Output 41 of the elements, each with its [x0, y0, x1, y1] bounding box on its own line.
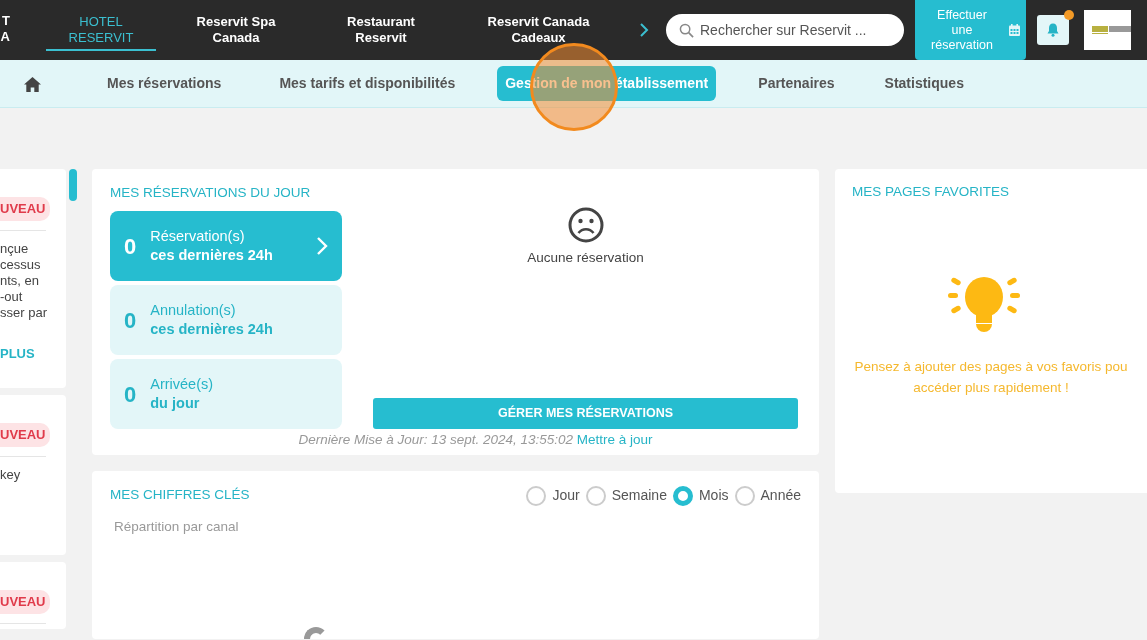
nav-menu-item[interactable]: Statistiques: [876, 66, 972, 101]
nav-tab[interactable]: Restaurant Reservit: [326, 9, 436, 51]
radio-button[interactable]: [734, 485, 755, 506]
radio-label: Année: [760, 486, 801, 505]
scrollbar-thumb[interactable]: [69, 169, 77, 201]
home-icon: [24, 76, 41, 92]
card-title: MES PAGES FAVORITES: [852, 183, 1011, 201]
nav-menu-item[interactable]: Partenaires: [750, 66, 843, 101]
new-badge: UVEAU: [0, 423, 50, 447]
news-text: key: [0, 466, 22, 483]
card-title: MES CHIFFRES CLÉS: [110, 486, 250, 505]
radio-button[interactable]: [672, 485, 693, 506]
favorites-hint: Pensez à ajouter des pages à vos favoris pou accéder plus rapidement !: [853, 358, 1129, 397]
empty-message: Aucune réservation: [527, 249, 644, 268]
radio-button[interactable]: [526, 485, 547, 506]
notification-button[interactable]: [1037, 15, 1069, 45]
new-badge: UVEAU: [0, 590, 50, 614]
chart-subtitle: Répartition par canal: [113, 518, 240, 536]
card-title: MES RÉSERVATIONS DU JOUR: [110, 184, 312, 202]
nav-tab[interactable]: Reservit Spa Canada: [176, 9, 296, 51]
radio-label: Mois: [698, 486, 729, 505]
nav-menu-item[interactable]: Mes tarifs et disponibilités: [271, 66, 464, 101]
sad-face-icon: [567, 207, 604, 244]
logo-icon: [1084, 10, 1131, 50]
nav-tab[interactable]: Reservit Canada Cadeaux: [471, 9, 606, 51]
news-text: nçue cessus nts, en -out sser par: [0, 240, 48, 321]
search-icon: [679, 23, 694, 38]
nav-tab[interactable]: HOTEL RESERVIT: [46, 9, 156, 51]
calendar-icon: [1009, 24, 1020, 36]
lightbulb-icon: [948, 275, 1020, 334]
radio-label: Semaine: [611, 486, 667, 505]
last-update-text: Dernière Mise à Jour: 13 sept. 2024, 13:55:02: [298, 432, 574, 448]
radio-label: Jour: [552, 486, 580, 505]
search-field[interactable]: Rechercher sur Reservit ...: [666, 14, 904, 46]
nav-menu-item[interactable]: Mes réservations: [99, 66, 230, 101]
bell-icon: [1047, 23, 1059, 37]
radio-button[interactable]: [585, 485, 606, 506]
new-badge: UVEAU: [0, 197, 50, 221]
nav-tab[interactable]: T A: [0, 13, 10, 47]
chevron-right-icon: [316, 236, 328, 257]
chevron-right-icon[interactable]: [640, 23, 649, 37]
